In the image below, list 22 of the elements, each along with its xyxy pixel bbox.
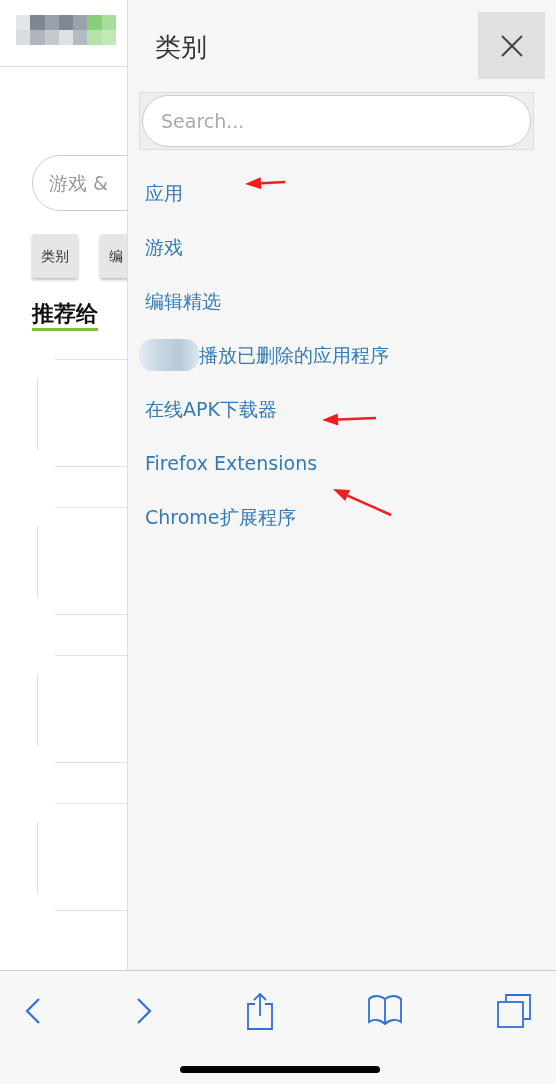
category-link[interactable]: 游戏 — [145, 220, 183, 274]
category-link[interactable]: Chrome扩展程序 — [145, 490, 296, 544]
close-icon — [500, 34, 523, 57]
category-link[interactable]: 编辑精选 — [145, 274, 221, 328]
category-button[interactable]: 编 — [100, 234, 127, 278]
category-link[interactable]: 播放已删除的应用程序 — [199, 328, 389, 382]
forward-icon — [135, 997, 153, 1025]
annotation-arrow — [243, 174, 287, 192]
back-icon — [24, 997, 42, 1025]
share-icon — [246, 992, 274, 1030]
section-heading: 推荐给 — [32, 300, 98, 331]
panel-title: 类别 — [155, 31, 207, 64]
book-icon — [367, 994, 403, 1028]
category-link[interactable]: Firefox Extensions — [145, 436, 318, 490]
category-link[interactable]: 应用 — [145, 166, 183, 220]
category-button[interactable]: 类别 — [32, 234, 78, 278]
search-field[interactable]: Search... — [142, 95, 531, 147]
category-link[interactable]: 在线APK下载器 — [145, 382, 277, 436]
tabs-icon — [496, 993, 532, 1029]
close-button[interactable] — [478, 12, 545, 79]
share-button[interactable] — [246, 991, 274, 1031]
tabs-button[interactable] — [496, 991, 532, 1031]
